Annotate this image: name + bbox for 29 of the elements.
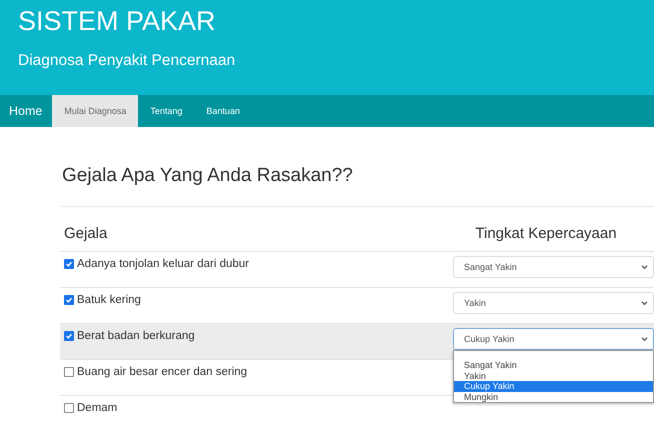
- site-subtitle: Diagnosa Penyakit Pencernaan: [18, 52, 236, 70]
- confidence-select[interactable]: Cukup Yakin: [453, 328, 654, 350]
- column-header: Tingkat Kepercayaan: [474, 224, 618, 242]
- confidence-select[interactable]: Sangat Yakin: [453, 256, 654, 278]
- confidence-select[interactable]: Yakin: [453, 292, 654, 314]
- chevron-down-icon: [641, 336, 648, 342]
- symptom-label: Demam: [77, 402, 118, 414]
- checkbox[interactable]: [64, 367, 74, 377]
- checkbox[interactable]: [64, 295, 74, 305]
- site-title: SISTEM PAKAR: [18, 5, 217, 38]
- dropdown-option[interactable]: Mungkin: [454, 392, 653, 402]
- chevron-down-icon: [641, 300, 648, 306]
- symptom-label: Buang air besar encer dan sering: [77, 366, 248, 378]
- home-link[interactable]: Home: [0, 95, 52, 127]
- checkbox[interactable]: [64, 259, 74, 269]
- nav-tab[interactable]: Mulai Diagnosa: [52, 95, 138, 127]
- dropdown-option[interactable]: Yakin: [454, 370, 653, 381]
- chevron-down-icon: [641, 264, 648, 270]
- column-header: Gejala: [63, 224, 108, 242]
- dropdown-option[interactable]: Cukup Yakin: [454, 381, 653, 392]
- checkbox[interactable]: [64, 403, 74, 413]
- dropdown-option[interactable]: Sangat Yakin: [454, 360, 653, 370]
- symptom-label: Batuk kering: [77, 294, 141, 306]
- nav-tab[interactable]: Tentang: [138, 95, 194, 127]
- symptom-label: Adanya tonjolan keluar dari dubur: [77, 258, 249, 270]
- nav-tab[interactable]: Bantuan: [194, 95, 252, 127]
- checkbox[interactable]: [64, 331, 74, 341]
- symptom-label: Berat badan berkurang: [77, 330, 195, 342]
- question-heading: Gejala Apa Yang Anda Rasakan??: [61, 164, 354, 188]
